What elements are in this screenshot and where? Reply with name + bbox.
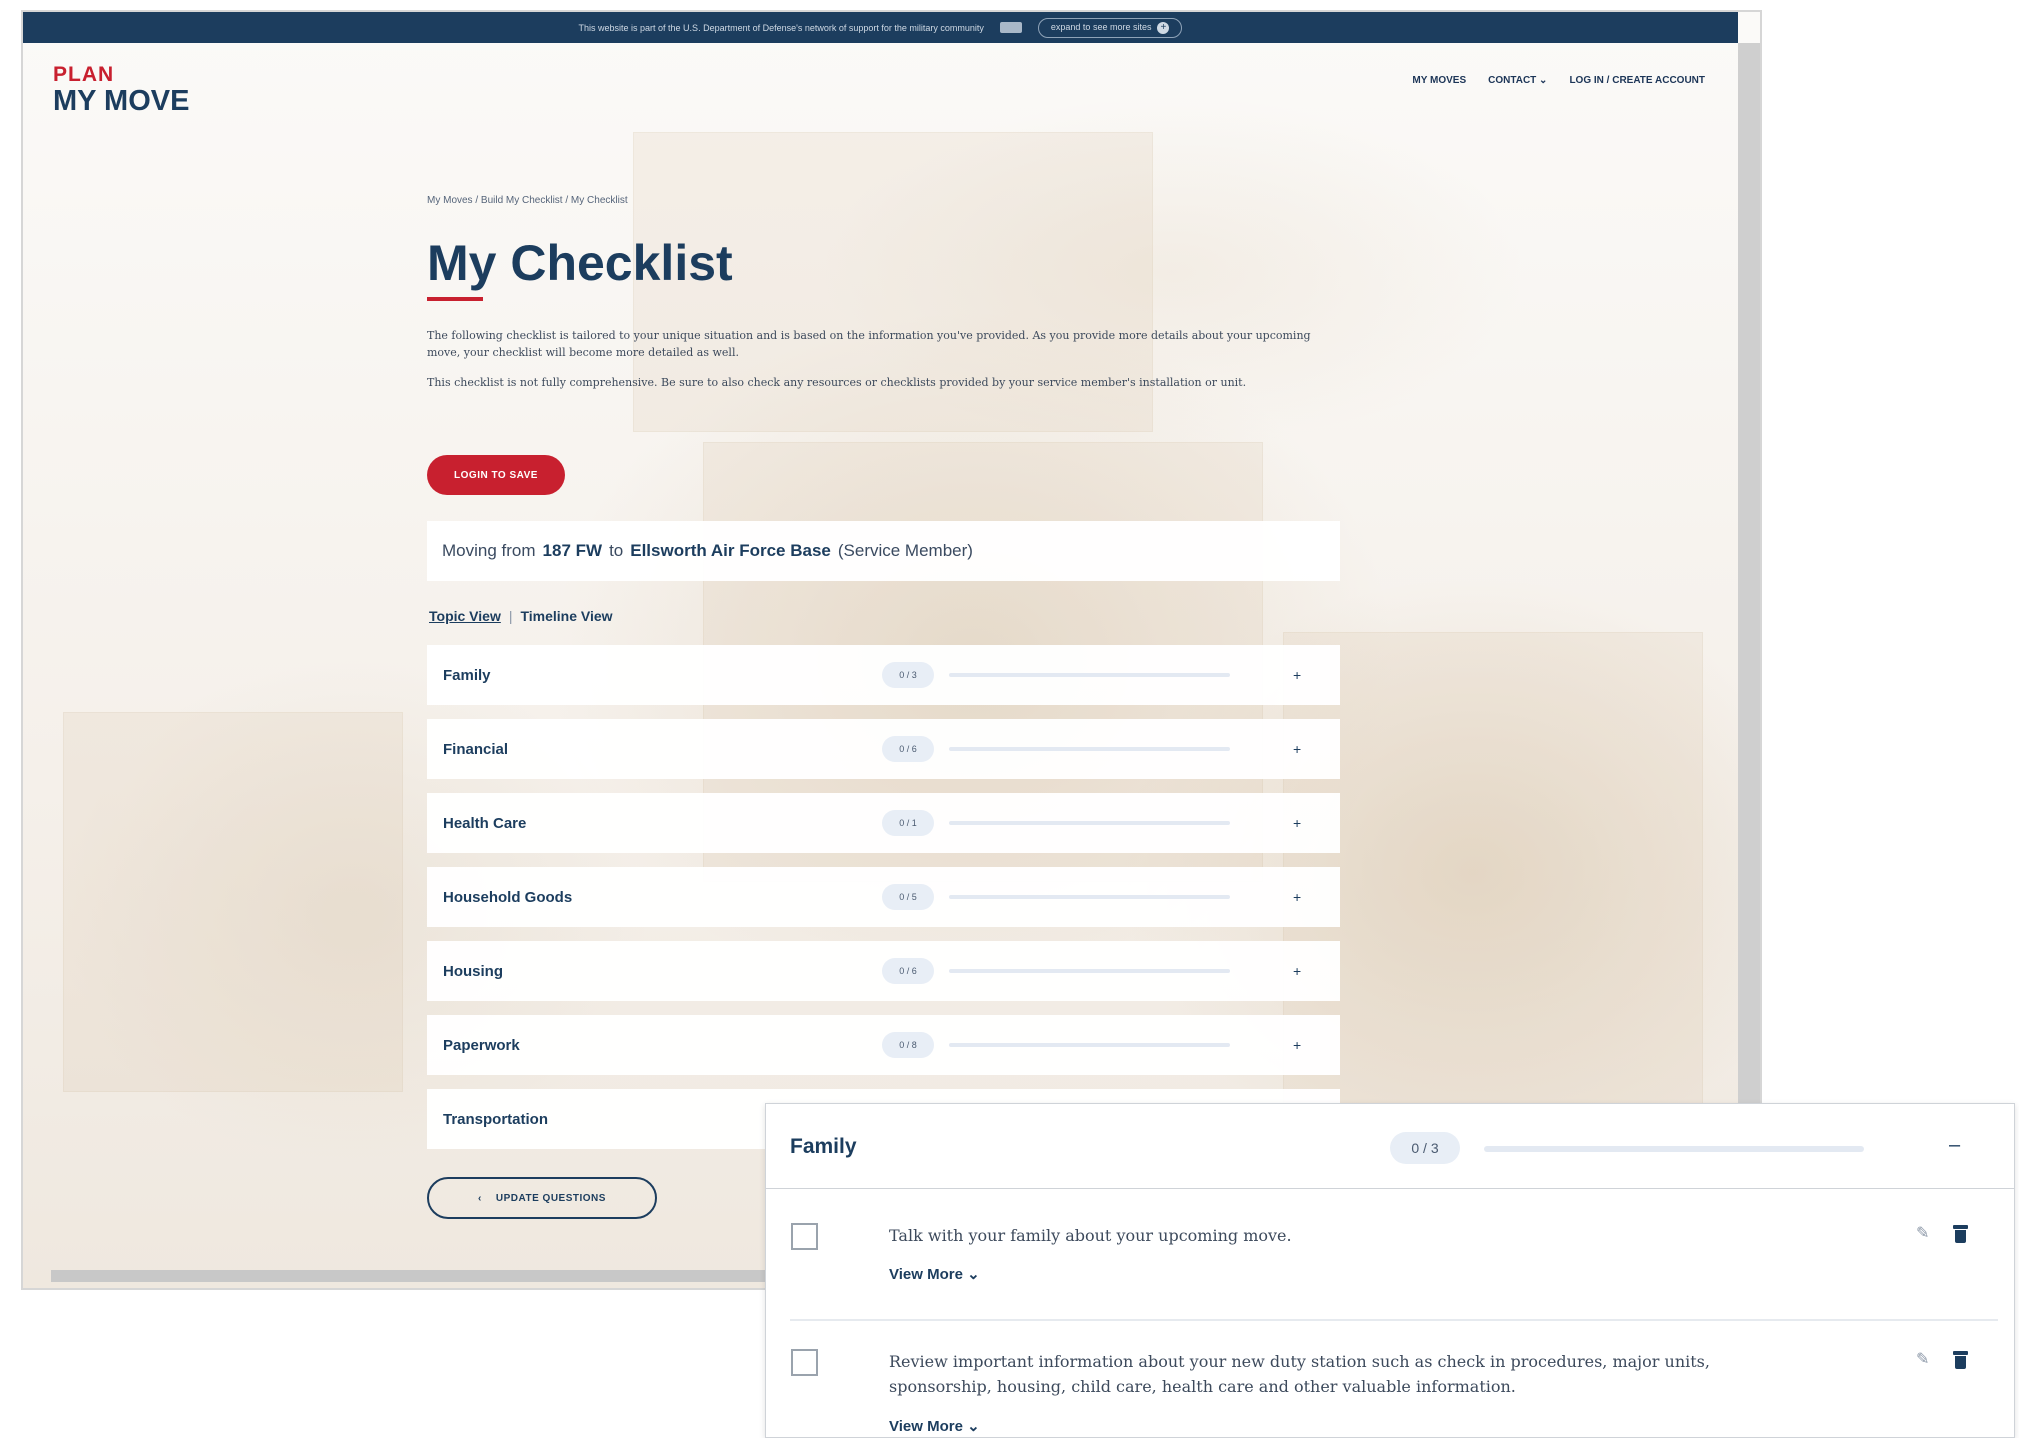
browser-window: This website is part of the U.S. Departm…	[21, 10, 1762, 1290]
nav-my-moves[interactable]: MY MOVES	[1412, 75, 1466, 86]
category-count: 0 / 6	[882, 736, 934, 762]
moving-prefix: Moving from	[442, 541, 536, 560]
plan-my-move-logo[interactable]: PLAN MY MOVE	[53, 64, 189, 116]
page-title: My Checklist	[427, 235, 733, 291]
logo-line-1: PLAN	[53, 63, 115, 86]
moving-role: (Service Member)	[837, 541, 973, 560]
panel-title: Family	[790, 1135, 857, 1158]
moving-from: 187 FW	[542, 541, 603, 560]
category-label: Paperwork	[443, 1036, 520, 1054]
category-count: 0 / 1	[882, 810, 934, 836]
category-label: Financial	[443, 740, 509, 758]
task-checkbox[interactable]	[791, 1223, 818, 1250]
main-nav: MY MOVES CONTACT ⌄ LOG IN / CREATE ACCOU…	[1412, 75, 1705, 86]
task-text: Talk with your family about your upcomin…	[889, 1226, 1292, 1245]
category-row-health-care[interactable]: Health Care 0 / 1 +	[427, 793, 1340, 853]
update-questions-button[interactable]: ‹ UPDATE QUESTIONS	[427, 1177, 657, 1219]
view-more-link[interactable]: View More ⌄	[889, 1417, 980, 1435]
category-label: Transportation	[443, 1110, 549, 1128]
progress-bar	[949, 1043, 1230, 1047]
progress-bar	[949, 895, 1230, 899]
collapse-minus-icon[interactable]: –	[1949, 1134, 1960, 1157]
intro-paragraph-2: This checklist is not fully comprehensiv…	[427, 376, 1247, 389]
edit-icon[interactable]: ✎	[1916, 1349, 1929, 1369]
progress-bar	[949, 673, 1230, 677]
trash-icon[interactable]	[1953, 1225, 1968, 1244]
moving-to-word: to	[609, 541, 624, 560]
moving-to: Ellsworth Air Force Base	[630, 541, 831, 560]
task-checkbox[interactable]	[791, 1349, 818, 1376]
category-label: Housing	[443, 962, 503, 980]
category-row-paperwork[interactable]: Paperwork 0 / 8 +	[427, 1015, 1340, 1075]
trash-icon[interactable]	[1953, 1351, 1968, 1370]
intro-paragraph-1: The following checklist is tailored to y…	[427, 329, 1311, 359]
category-row-family[interactable]: Family 0 / 3 +	[427, 645, 1340, 705]
category-row-financial[interactable]: Financial 0 / 6 +	[427, 719, 1340, 779]
expand-plus-icon[interactable]: +	[1293, 815, 1301, 831]
category-label: Family	[443, 666, 491, 684]
expand-sites-label: expand to see more sites	[1050, 21, 1152, 32]
progress-bar	[949, 969, 1230, 973]
title-underline	[427, 297, 483, 301]
task-text: Review important information about your …	[889, 1352, 1710, 1396]
panel-count: 0 / 3	[1390, 1132, 1460, 1164]
dod-network-banner: This website is part of the U.S. Departm…	[23, 12, 1738, 43]
topic-view-tab[interactable]: Topic View	[429, 608, 501, 624]
expand-sites-button[interactable]: expand to see more sites +	[1037, 17, 1183, 38]
timeline-view-tab[interactable]: Timeline View	[520, 608, 612, 624]
update-questions-label: UPDATE QUESTIONS	[495, 1192, 606, 1204]
expand-plus-icon[interactable]: +	[1293, 667, 1301, 683]
breadcrumb[interactable]: My Moves / Build My Checklist / My Check…	[427, 195, 628, 206]
expand-plus-icon[interactable]: +	[1293, 963, 1301, 979]
category-count: 0 / 8	[882, 1032, 934, 1058]
nav-login[interactable]: LOG IN / CREATE ACCOUNT	[1569, 75, 1705, 86]
view-toggle: Topic View | Timeline View	[429, 608, 613, 624]
logo-line-2: MY MOVE	[53, 85, 190, 117]
category-count: 0 / 3	[882, 662, 934, 688]
family-panel-header[interactable]: Family 0 / 3 –	[766, 1104, 2014, 1189]
vertical-scrollbar[interactable]	[1738, 43, 1760, 1269]
login-to-save-button[interactable]: LOGIN TO SAVE	[427, 455, 565, 495]
task-divider	[790, 1319, 1998, 1321]
view-more-link[interactable]: View More ⌄	[889, 1265, 980, 1283]
flag-icon	[999, 22, 1022, 33]
category-label: Household Goods	[443, 888, 573, 906]
expand-plus-icon[interactable]: +	[1293, 889, 1301, 905]
progress-bar	[949, 821, 1230, 825]
nav-contact[interactable]: CONTACT ⌄	[1488, 75, 1547, 86]
category-count: 0 / 5	[882, 884, 934, 910]
chevron-left-icon: ‹	[478, 1192, 482, 1204]
progress-bar	[949, 747, 1230, 751]
moving-summary: Moving from 187 FW to Ellsworth Air Forc…	[427, 521, 1340, 581]
edit-icon[interactable]: ✎	[1916, 1223, 1929, 1243]
plus-icon: +	[1157, 21, 1170, 34]
category-label: Health Care	[443, 814, 527, 832]
banner-text: This website is part of the U.S. Departm…	[578, 22, 984, 33]
view-separator: |	[508, 608, 513, 624]
expand-plus-icon[interactable]: +	[1293, 1037, 1301, 1053]
family-detail-panel: Family 0 / 3 – Talk with your family abo…	[765, 1103, 2015, 1438]
category-row-housing[interactable]: Housing 0 / 6 +	[427, 941, 1340, 1001]
category-count: 0 / 6	[882, 958, 934, 984]
expand-plus-icon[interactable]: +	[1293, 741, 1301, 757]
panel-progress-bar	[1484, 1146, 1864, 1152]
category-row-household-goods[interactable]: Household Goods 0 / 5 +	[427, 867, 1340, 927]
